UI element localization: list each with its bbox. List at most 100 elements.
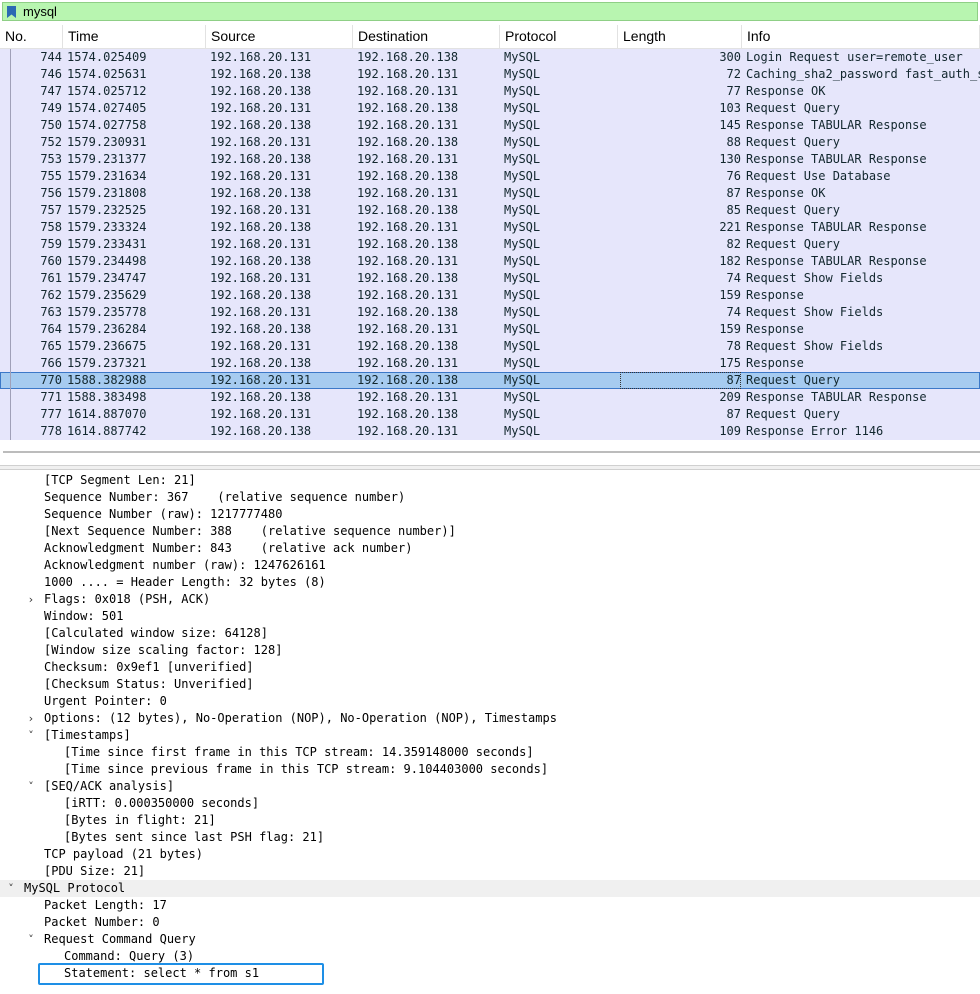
col-protocol-header[interactable]: Protocol: [500, 25, 618, 48]
packet-destination: 192.168.20.131: [357, 220, 459, 234]
detail-line[interactable]: [Next Sequence Number: 388 (relative seq…: [0, 523, 980, 540]
detail-line[interactable]: Window: 501: [0, 608, 980, 625]
detail-line[interactable]: Sequence Number (raw): 1217777480: [0, 506, 980, 523]
packet-destination: 192.168.20.131: [357, 288, 459, 302]
packet-protocol: MySQL: [504, 322, 541, 336]
packet-row[interactable]: 778 1614.887742 192.168.20.138 192.168.20.1…: [0, 423, 980, 440]
detail-line[interactable]: [Time since previous frame in this TCP s…: [0, 761, 980, 778]
detail-text: Acknowledgment number (raw): 1247626161: [44, 558, 326, 572]
packet-source: 192.168.20.131: [210, 135, 312, 149]
packet-time: 1614.887070: [67, 407, 147, 421]
detail-line[interactable]: › Flags: 0x018 (PSH, ACK): [0, 591, 980, 608]
detail-line[interactable]: [Checksum Status: Unverified]: [0, 676, 980, 693]
packet-row[interactable]: 744 1574.025409 192.168.20.131 192.168.20.1…: [0, 49, 980, 66]
chevron-right-icon[interactable]: ›: [25, 710, 37, 727]
detail-line[interactable]: [TCP Segment Len: 21]: [0, 472, 980, 489]
col-info-header[interactable]: Info: [742, 25, 980, 48]
col-destination-header[interactable]: Destination: [353, 25, 500, 48]
packet-protocol: MySQL: [504, 203, 541, 217]
packet-row[interactable]: 753 1579.231377 192.168.20.138 192.168.20.1…: [0, 151, 980, 168]
display-filter-input[interactable]: [23, 3, 963, 20]
packet-time: 1579.232525: [67, 203, 147, 217]
packet-length: 103: [719, 101, 741, 115]
packet-protocol: MySQL: [504, 424, 541, 438]
packet-destination: 192.168.20.138: [357, 101, 459, 115]
display-filter-bar: [0, 0, 980, 24]
packet-row[interactable]: 747 1574.025712 192.168.20.138 192.168.20.1…: [0, 83, 980, 100]
packet-info: Response OK: [746, 84, 826, 98]
chevron-down-icon[interactable]: ˅: [25, 727, 37, 744]
packet-info: Response TABULAR Response: [746, 118, 927, 132]
packet-row[interactable]: 755 1579.231634 192.168.20.131 192.168.20.1…: [0, 168, 980, 185]
packet-time: 1579.235778: [67, 305, 147, 319]
col-length-header[interactable]: Length: [618, 25, 742, 48]
packet-row[interactable]: 771 1588.383498 192.168.20.138 192.168.20.1…: [0, 389, 980, 406]
packet-info: Response TABULAR Response: [746, 220, 927, 234]
detail-line[interactable]: Checksum: 0x9ef1 [unverified]: [0, 659, 980, 676]
col-time-header[interactable]: Time: [63, 25, 206, 48]
detail-line[interactable]: Acknowledgment number (raw): 1247626161: [0, 557, 980, 574]
chevron-down-icon[interactable]: ˅: [25, 931, 37, 948]
packet-length: 109: [719, 424, 741, 438]
col-source-header[interactable]: Source: [206, 25, 353, 48]
packet-row[interactable]: 759 1579.233431 192.168.20.131 192.168.20.1…: [0, 236, 980, 253]
packet-length: 74: [726, 305, 741, 319]
packet-row[interactable]: 760 1579.234498 192.168.20.138 192.168.20.1…: [0, 253, 980, 270]
packet-no: 752: [40, 135, 62, 149]
packet-row[interactable]: 762 1579.235629 192.168.20.138 192.168.20.1…: [0, 287, 980, 304]
detail-line[interactable]: ˅ [Timestamps]: [0, 727, 980, 744]
selected-packet-row[interactable]: 770 1588.382988 192.168.20.131 192.168.20.1…: [0, 372, 980, 389]
detail-line[interactable]: ˅ [SEQ/ACK analysis]: [0, 778, 980, 795]
packet-protocol: MySQL: [504, 67, 541, 81]
packet-row[interactable]: 777 1614.887070 192.168.20.131 192.168.20.1…: [0, 406, 980, 423]
col-no-header[interactable]: No.: [0, 25, 63, 48]
chevron-down-icon[interactable]: ˅: [5, 880, 17, 897]
packet-length: 87: [726, 407, 741, 421]
packet-length: 82: [726, 237, 741, 251]
packet-no: 761: [40, 271, 62, 285]
chevron-down-icon[interactable]: ˅: [25, 778, 37, 795]
detail-line[interactable]: [iRTT: 0.000350000 seconds]: [0, 795, 980, 812]
detail-line[interactable]: [PDU Size: 21]: [0, 863, 980, 880]
packet-row[interactable]: 752 1579.230931 192.168.20.131 192.168.20.1…: [0, 134, 980, 151]
bookmark-icon[interactable]: [7, 6, 16, 18]
detail-line[interactable]: [Bytes in flight: 21]: [0, 812, 980, 829]
packet-length: 77: [726, 84, 741, 98]
detail-line[interactable]: Acknowledgment Number: 843 (relative ack…: [0, 540, 980, 557]
packet-row[interactable]: 757 1579.232525 192.168.20.131 192.168.20.1…: [0, 202, 980, 219]
detail-line[interactable]: [Bytes sent since last PSH flag: 21]: [0, 829, 980, 846]
detail-line[interactable]: [Window size scaling factor: 128]: [0, 642, 980, 659]
packet-source: 192.168.20.138: [210, 67, 312, 81]
packet-row[interactable]: 758 1579.233324 192.168.20.138 192.168.20.1…: [0, 219, 980, 236]
detail-line[interactable]: Packet Number: 0: [0, 914, 980, 931]
packet-row[interactable]: 746 1574.025631 192.168.20.138 192.168.20.1…: [0, 66, 980, 83]
detail-line[interactable]: [Calculated window size: 64128]: [0, 625, 980, 642]
packet-row[interactable]: 749 1574.027405 192.168.20.131 192.168.20.1…: [0, 100, 980, 117]
detail-line[interactable]: Packet Length: 17: [0, 897, 980, 914]
detail-line[interactable]: Urgent Pointer: 0: [0, 693, 980, 710]
packet-row[interactable]: 764 1579.236284 192.168.20.138 192.168.20.1…: [0, 321, 980, 338]
packet-source: 192.168.20.138: [210, 356, 312, 370]
packet-row[interactable]: 750 1574.027758 192.168.20.138 192.168.20.1…: [0, 117, 980, 134]
packet-no: 750: [40, 118, 62, 132]
packet-row[interactable]: 765 1579.236675 192.168.20.131 192.168.20.1…: [0, 338, 980, 355]
packet-row[interactable]: 761 1579.234747 192.168.20.131 192.168.20.1…: [0, 270, 980, 287]
horizontal-scrollbar[interactable]: [0, 443, 980, 461]
detail-line[interactable]: ˅ MySQL Protocol: [0, 880, 980, 897]
detail-line[interactable]: › Options: (12 bytes), No-Operation (NOP)…: [0, 710, 980, 727]
detail-line[interactable]: 1000 .... = Header Length: 32 bytes (8): [0, 574, 980, 591]
detail-text: Packet Length: 17: [44, 898, 167, 912]
packet-destination: 192.168.20.131: [357, 322, 459, 336]
chevron-right-icon[interactable]: ›: [25, 591, 37, 608]
packet-destination: 192.168.20.138: [357, 305, 459, 319]
packet-source: 192.168.20.138: [210, 152, 312, 166]
packet-row[interactable]: 756 1579.231808 192.168.20.138 192.168.20.1…: [0, 185, 980, 202]
packet-row[interactable]: 766 1579.237321 192.168.20.138 192.168.20.1…: [0, 355, 980, 372]
packet-protocol: MySQL: [504, 305, 541, 319]
detail-line[interactable]: ˅ Request Command Query: [0, 931, 980, 948]
detail-line[interactable]: [Time since first frame in this TCP stre…: [0, 744, 980, 761]
detail-line[interactable]: TCP payload (21 bytes): [0, 846, 980, 863]
packet-row[interactable]: 763 1579.235778 192.168.20.131 192.168.20.1…: [0, 304, 980, 321]
detail-text: [Calculated window size: 64128]: [44, 626, 268, 640]
detail-line[interactable]: Sequence Number: 367 (relative sequence …: [0, 489, 980, 506]
